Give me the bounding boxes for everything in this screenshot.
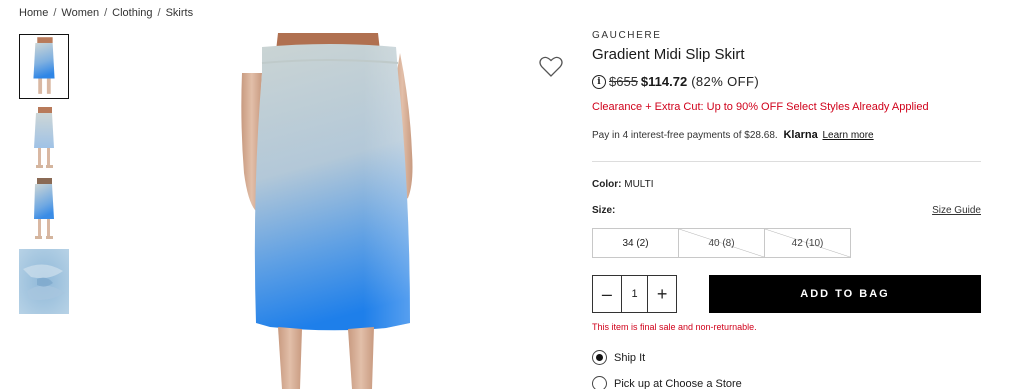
breadcrumb-skirts[interactable]: Skirts (166, 7, 194, 19)
final-sale-notice: This item is final sale and non-returnab… (592, 322, 757, 332)
klarna-learn-more-link[interactable]: Learn more (822, 130, 873, 141)
divider (592, 161, 981, 162)
thumbnail-skirt-full-length[interactable] (19, 106, 69, 171)
pickup-option[interactable]: Pick up at Choose a Store (592, 376, 742, 389)
sale-price: $114.72 (640, 74, 688, 89)
radio-unchecked-icon[interactable] (592, 376, 607, 389)
quantity-value[interactable]: 1 (620, 276, 649, 312)
pickup-label: Pick up at Choose a Store (614, 377, 742, 389)
quantity-increase-button[interactable]: + (648, 276, 676, 312)
klarna-row: Pay in 4 interest-free payments of $28.6… (592, 129, 874, 141)
size-option-42[interactable]: 42 (10) (764, 228, 851, 258)
thumbnail-image (20, 35, 68, 98)
price-row: i $655 $114.72 (82% OFF) (592, 74, 759, 89)
size-option-34[interactable]: 34 (2) (592, 228, 679, 258)
size-option-40[interactable]: 40 (8) (678, 228, 765, 258)
breadcrumb-clothing[interactable]: Clothing (112, 7, 152, 19)
color-row: Color: MULTI (592, 179, 654, 190)
breadcrumb-women[interactable]: Women (61, 7, 99, 19)
brand-name[interactable]: GAUCHERE (592, 30, 661, 41)
breadcrumb-separator: / (104, 7, 108, 19)
quantity-decrease-button[interactable]: – (593, 276, 621, 312)
breadcrumb-home[interactable]: Home (19, 7, 48, 19)
breadcrumb-separator: / (53, 7, 57, 19)
thumbnail-skirt-front[interactable] (19, 34, 69, 99)
breadcrumb: Home / Women / Clothing / Skirts (19, 7, 193, 19)
ship-it-label: Ship It (614, 351, 646, 364)
breadcrumb-separator: / (157, 7, 161, 19)
main-product-image[interactable] (200, 33, 520, 389)
original-price: $655 (609, 74, 638, 89)
size-option-label: 34 (2) (622, 237, 649, 249)
thumbnail-skirt-side[interactable] (19, 177, 69, 242)
radio-checked-icon[interactable] (592, 350, 607, 365)
size-options: 34 (2) 40 (8) 42 (10) (592, 228, 851, 258)
size-row: Size: Size Guide (592, 205, 981, 216)
product-title: Gradient Midi Slip Skirt (592, 46, 745, 63)
klarna-logo: Klarna (783, 129, 818, 141)
klarna-text: Pay in 4 interest-free payments of $28.6… (592, 130, 778, 141)
color-label: Color: (592, 179, 622, 190)
thumbnail-image (19, 106, 69, 171)
color-value: MULTI (624, 179, 654, 190)
promo-message: Clearance + Extra Cut: Up to 90% OFF Sel… (592, 101, 929, 113)
discount-percent: (82% OFF) (691, 74, 760, 89)
thumbnail-fabric-swatch[interactable] (19, 249, 69, 314)
size-label: Size: (592, 205, 616, 216)
size-guide-link[interactable]: Size Guide (932, 205, 981, 216)
thumbnail-image (19, 249, 69, 314)
info-icon[interactable]: i (592, 74, 606, 89)
quantity-stepper: – 1 + (592, 275, 677, 313)
ship-it-option[interactable]: Ship It (592, 350, 645, 365)
add-to-bag-button[interactable]: ADD TO BAG (709, 275, 981, 313)
skirt-photo (200, 33, 520, 389)
thumbnail-image (19, 177, 69, 242)
size-option-label: 42 (10) (791, 237, 824, 249)
favorite-heart-icon[interactable] (539, 56, 563, 78)
size-option-label: 40 (8) (708, 237, 735, 249)
